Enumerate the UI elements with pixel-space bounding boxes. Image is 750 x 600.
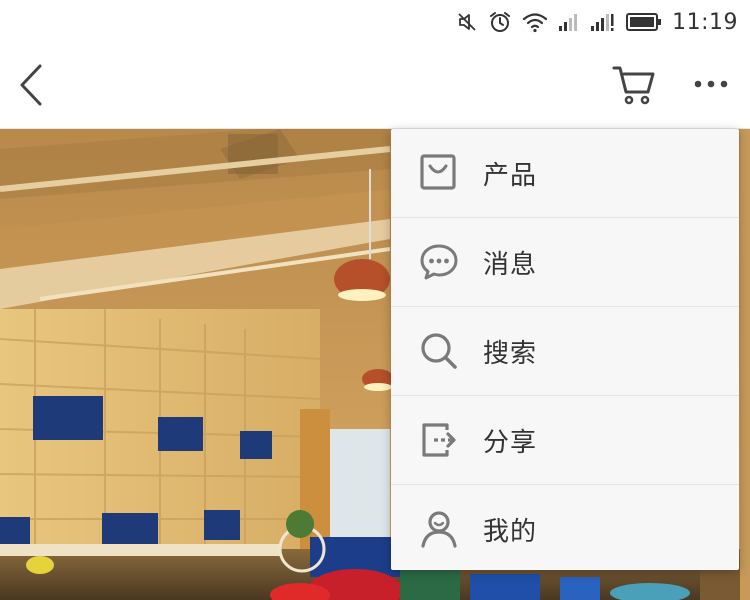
signal-icon <box>590 12 616 32</box>
cart-icon <box>608 66 658 112</box>
signal-icon <box>558 12 580 32</box>
menu-item-label: 分享 <box>483 427 538 458</box>
popup-menu: 产品 消息 搜索 分享 我的 <box>391 129 739 570</box>
more-button[interactable] <box>690 64 734 104</box>
menu-item-label: 产品 <box>483 160 538 191</box>
search-icon <box>417 329 461 373</box>
alarm-icon <box>488 10 512 34</box>
mute-icon <box>456 11 478 33</box>
battery-icon <box>626 12 662 32</box>
menu-item-search[interactable]: 搜索 <box>391 306 739 395</box>
menu-item-label: 搜索 <box>483 338 538 369</box>
user-icon <box>417 507 461 551</box>
chat-bubble-icon <box>417 240 461 284</box>
share-icon <box>417 418 461 462</box>
wifi-icon <box>522 11 548 33</box>
menu-item-products[interactable]: 产品 <box>391 129 739 217</box>
bag-icon <box>417 151 461 195</box>
status-time: 11:19 <box>672 9 738 35</box>
chevron-left-icon <box>14 64 54 112</box>
status-icons: 11:19 <box>456 9 738 35</box>
menu-item-share[interactable]: 分享 <box>391 395 739 484</box>
cart-button[interactable] <box>608 62 658 108</box>
back-button[interactable] <box>14 62 54 108</box>
menu-item-mine[interactable]: 我的 <box>391 484 739 573</box>
status-bar: 11:19 <box>0 0 750 44</box>
menu-item-messages[interactable]: 消息 <box>391 217 739 306</box>
nav-bar <box>0 44 750 129</box>
more-icon <box>690 80 734 108</box>
menu-item-label: 消息 <box>483 249 538 280</box>
menu-item-label: 我的 <box>483 516 538 547</box>
